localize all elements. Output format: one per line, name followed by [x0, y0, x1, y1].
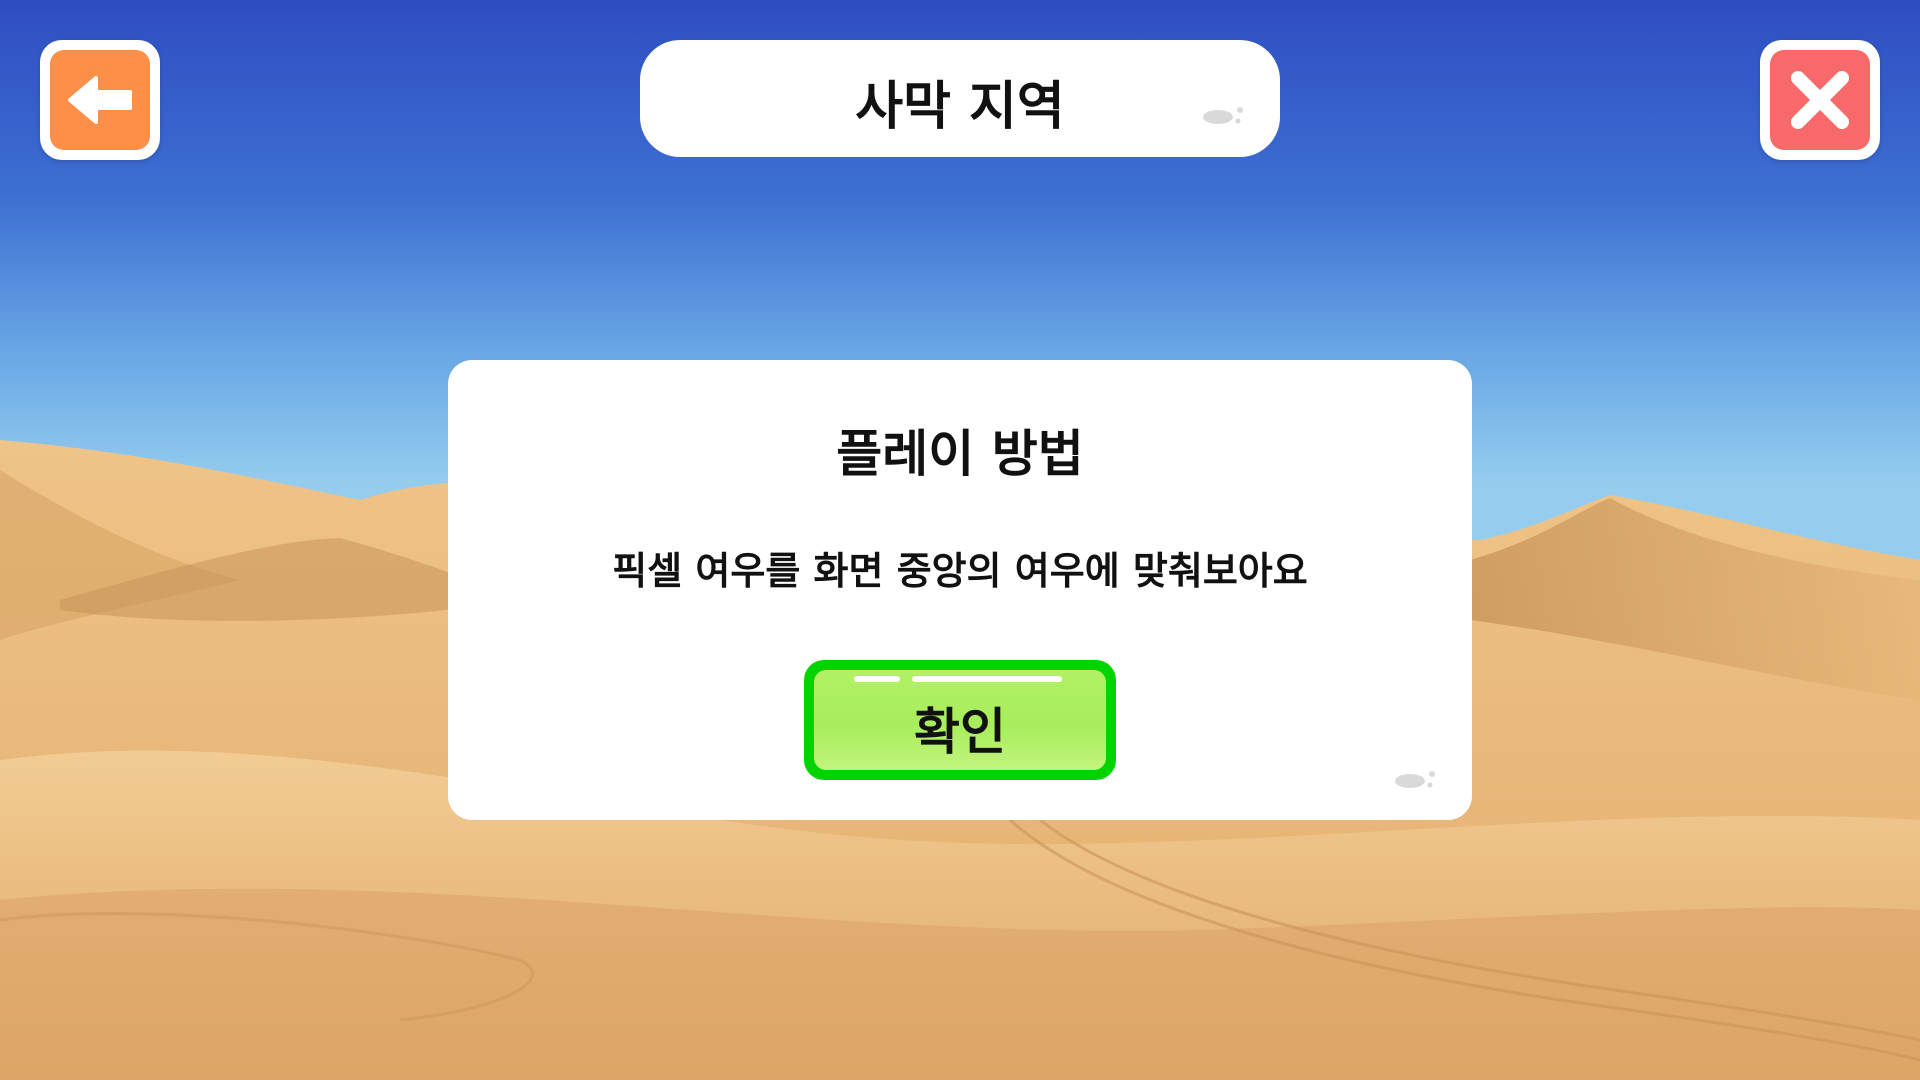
arrow-left-icon: [68, 76, 132, 124]
confirm-button[interactable]: 확인: [804, 660, 1116, 780]
shine-decoration: [1203, 107, 1243, 124]
gloss-highlight: [912, 676, 1062, 682]
dialog-message: 픽셀 여우를 화면 중앙의 여우에 맞춰보아요: [612, 549, 1308, 593]
confirm-button-face: 확인: [814, 670, 1106, 770]
region-title-bar: 사막 지역: [640, 40, 1280, 157]
gloss-highlight: [854, 676, 900, 682]
region-title: 사막 지역: [855, 77, 1065, 137]
confirm-label: 확인: [914, 703, 1006, 761]
how-to-play-dialog: 플레이 방법 픽셀 여우를 화면 중앙의 여우에 맞춰보아요 확인: [448, 360, 1472, 820]
back-button[interactable]: [40, 40, 160, 160]
dialog-title: 플레이 방법: [836, 425, 1084, 483]
shine-decoration: [1395, 771, 1435, 788]
close-x-icon: [1791, 71, 1849, 129]
close-button[interactable]: [1760, 40, 1880, 160]
